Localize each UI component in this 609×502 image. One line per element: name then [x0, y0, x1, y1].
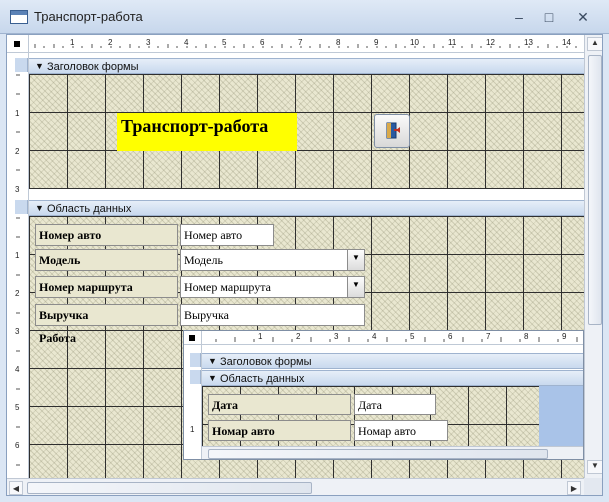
ruler-tick-label: 1 — [258, 332, 263, 341]
section-label: Заголовок формы — [47, 61, 139, 73]
vertical-ruler[interactable]: 1 2 3 1 2 3 4 5 6 — [7, 53, 29, 478]
horizontal-ruler[interactable]: 1 2 3 4 5 6 7 8 9 10 11 12 13 14 — [29, 35, 602, 53]
ruler-tick-label: 2 — [15, 289, 20, 298]
ruler-tick-label: 9 — [562, 332, 567, 341]
detail-section-bar[interactable]: ▼ Область данных — [29, 200, 584, 216]
collapse-arrow-icon: ▼ — [208, 356, 217, 366]
ruler-tick-label: 12 — [486, 38, 495, 47]
ruler-tick-label: 4 — [15, 365, 20, 374]
textbox-car-number[interactable]: Номер авто — [180, 224, 274, 246]
subform-label[interactable]: Работа — [35, 327, 115, 347]
ruler-tick-label: 6 — [260, 38, 265, 47]
subform-textbox-car-number[interactable]: Номар авто — [354, 420, 448, 441]
ruler-tick-label: 10 — [410, 38, 419, 47]
ruler-tick-label: 7 — [298, 38, 303, 47]
ruler-tick-label: 2 — [15, 147, 20, 156]
window-title: Транспорт-работа — [34, 9, 143, 24]
subform-header-selector[interactable] — [190, 353, 201, 367]
field-label-route-number[interactable]: Номер маршрута — [35, 276, 178, 298]
subform-horizontal-ruler[interactable]: 1 2 3 4 5 6 7 8 9 — [202, 331, 583, 345]
form-selector-corner[interactable] — [7, 35, 29, 53]
door-exit-icon — [386, 122, 400, 139]
ruler-tick-label: 1 — [70, 38, 75, 47]
scrollbar-corner — [584, 478, 602, 495]
textbox-revenue[interactable]: Выручка — [180, 304, 365, 326]
header-section-selector[interactable] — [15, 58, 28, 72]
combobox-value: Модель — [184, 253, 223, 267]
horizontal-scrollbar[interactable]: ◀ ▶ — [7, 478, 584, 495]
ruler-tick-label: 13 — [524, 38, 533, 47]
ruler-tick-label: 6 — [15, 441, 20, 450]
minimize-button[interactable]: – — [506, 7, 532, 27]
ruler-tick-label: 1 — [15, 251, 20, 260]
scroll-left-arrow-icon[interactable]: ◀ — [9, 481, 23, 495]
ruler-tick-label: 5 — [222, 38, 227, 47]
section-label: Заголовок формы — [220, 356, 312, 368]
close-button[interactable]: ✕ — [570, 7, 596, 27]
form-design-area: 1 2 3 4 5 6 7 8 9 10 11 12 13 14 1 2 3 1… — [6, 34, 603, 496]
ruler-tick-label: 9 — [374, 38, 379, 47]
scroll-right-arrow-icon[interactable]: ▶ — [567, 481, 581, 495]
horizontal-scroll-thumb[interactable] — [27, 482, 312, 494]
ruler-tick-label: 11 — [448, 38, 457, 47]
subform-empty-area — [539, 386, 583, 446]
subform-selector-corner[interactable] — [184, 331, 202, 345]
ruler-tick-label: 14 — [562, 38, 571, 47]
ruler-tick-label: 5 — [410, 332, 415, 341]
subform-detail-section-bar[interactable]: ▼ Область данных — [202, 370, 583, 386]
form-window-icon — [10, 10, 28, 24]
ruler-tick-label: 2 — [296, 332, 301, 341]
ruler-tick-label: 2 — [108, 38, 113, 47]
collapse-arrow-icon: ▼ — [35, 61, 44, 71]
ruler-tick-label: 4 — [372, 332, 377, 341]
combobox-route-number[interactable]: Номер маршрута ▼ — [180, 276, 365, 298]
scroll-down-arrow-icon[interactable]: ▼ — [587, 460, 602, 474]
subform-field-label-date[interactable]: Дата — [208, 394, 351, 415]
maximize-button[interactable]: □ — [536, 7, 562, 27]
combobox-value: Номер маршрута — [184, 280, 271, 294]
ruler-tick-label: 4 — [184, 38, 189, 47]
detail-section-selector[interactable] — [15, 200, 28, 214]
vertical-scroll-thumb[interactable] — [588, 55, 602, 325]
form-header-area[interactable] — [29, 74, 584, 189]
scroll-up-arrow-icon[interactable]: ▲ — [587, 37, 602, 51]
field-label-car-number[interactable]: Номер авто — [35, 224, 178, 246]
ruler-tick-label: 3 — [15, 327, 20, 336]
field-label-revenue[interactable]: Выручка — [35, 304, 178, 326]
exit-button[interactable] — [374, 114, 410, 148]
section-label: Область данных — [220, 373, 305, 385]
subform-textbox-date[interactable]: Дата — [354, 394, 436, 415]
ruler-tick-label: 3 — [334, 332, 339, 341]
subform-horizontal-scrollbar[interactable] — [202, 446, 583, 459]
field-label-model[interactable]: Модель — [35, 249, 178, 271]
ruler-tick-label: 3 — [146, 38, 151, 47]
ruler-tick-label: 1 — [190, 425, 195, 434]
section-label: Область данных — [47, 203, 132, 215]
ruler-tick-label: 3 — [15, 185, 20, 194]
subform-field-label-car-number[interactable]: Номар авто — [208, 420, 351, 441]
subform-header-section-bar[interactable]: ▼ Заголовок формы — [202, 353, 583, 369]
form-header-section-bar[interactable]: ▼ Заголовок формы — [29, 58, 584, 74]
subform-scroll-thumb[interactable] — [208, 449, 548, 459]
form-title-label[interactable]: Транспорт-работа — [117, 113, 297, 151]
collapse-arrow-icon: ▼ — [35, 203, 44, 213]
vertical-scrollbar[interactable]: ▲ ▼ — [584, 35, 602, 478]
combobox-model[interactable]: Модель ▼ — [180, 249, 365, 271]
collapse-arrow-icon: ▼ — [208, 373, 217, 383]
subform-vertical-ruler[interactable]: 1 — [184, 345, 202, 459]
subform-detail-selector[interactable] — [190, 370, 201, 384]
ruler-tick-label: 8 — [524, 332, 529, 341]
ruler-tick-label: 7 — [486, 332, 491, 341]
ruler-tick-label: 5 — [15, 403, 20, 412]
dropdown-arrow-icon[interactable]: ▼ — [347, 277, 364, 297]
ruler-tick-label: 6 — [448, 332, 453, 341]
dropdown-arrow-icon[interactable]: ▼ — [347, 250, 364, 270]
subform-control[interactable]: 1 2 3 4 5 6 7 8 9 1 ▼ Заголовок формы ▼ … — [183, 330, 584, 460]
ruler-tick-label: 8 — [336, 38, 341, 47]
ruler-tick-label: 1 — [15, 109, 20, 118]
